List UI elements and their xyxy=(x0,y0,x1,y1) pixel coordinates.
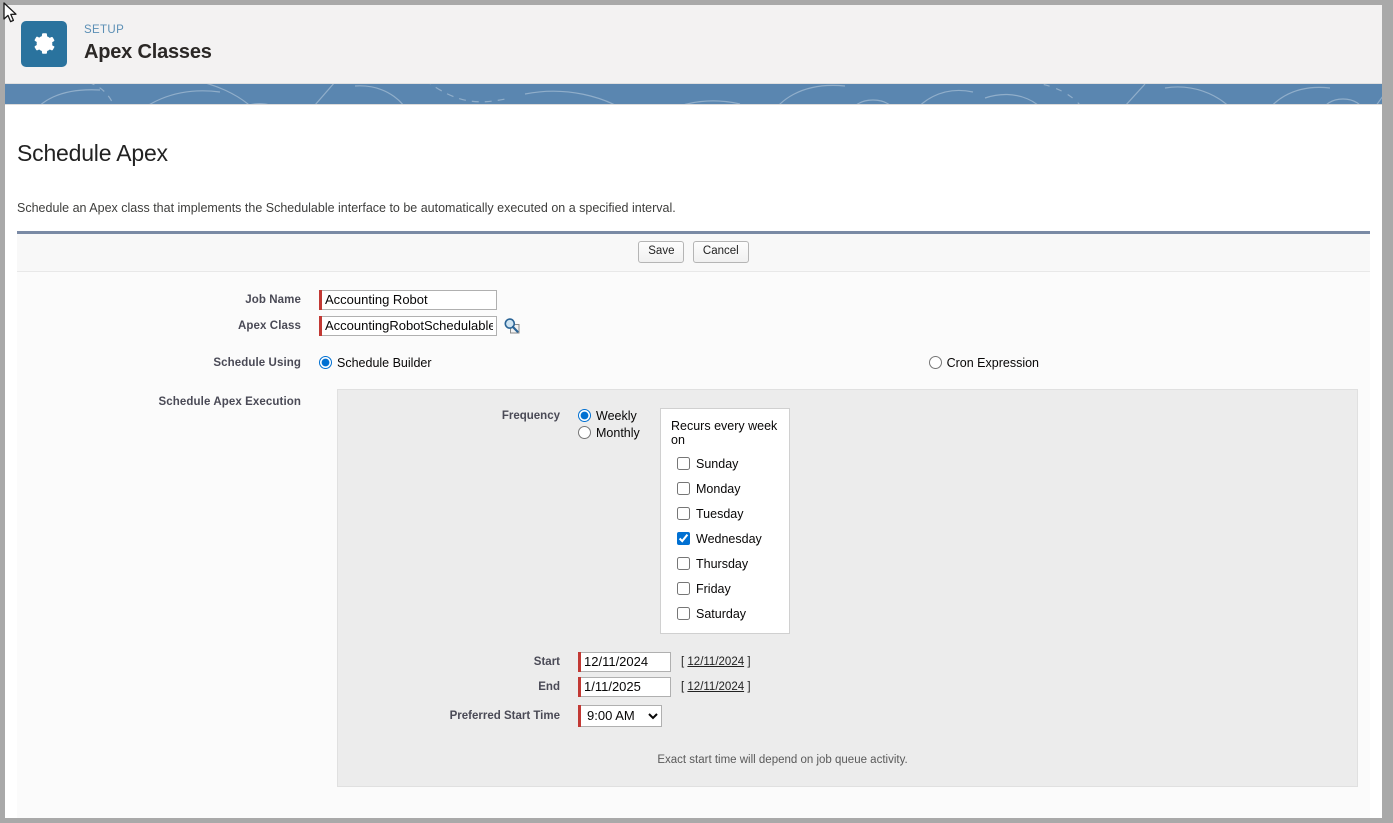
recurrence-title: Recurs every week on xyxy=(671,418,778,447)
decorative-banner xyxy=(5,84,1382,105)
schedule-using-radios: Schedule Builder Cron Expression xyxy=(319,356,1039,370)
panel-spacer xyxy=(17,786,1370,818)
field-row-apex-class: Apex Class xyxy=(17,315,1370,336)
radio-schedule-builder[interactable]: Schedule Builder xyxy=(319,356,432,370)
gear-icon xyxy=(21,21,67,67)
day-checkbox-wednesday-input[interactable] xyxy=(677,532,690,546)
start-label: Start xyxy=(533,655,560,668)
start-today-link[interactable]: 12/11/2024 xyxy=(687,656,744,668)
cancel-button-top[interactable]: Cancel xyxy=(692,240,749,263)
end-today-link-wrapper: [ 12/11/2024 ] xyxy=(681,681,751,693)
end-bracket-close: ] xyxy=(747,680,751,693)
start-today-link-wrapper: [ 12/11/2024 ] xyxy=(681,656,751,668)
execution-note: Exact start time will depend on job queu… xyxy=(657,753,908,766)
day-checkbox-saturday[interactable]: Saturday xyxy=(671,607,789,621)
radio-monthly[interactable]: Monthly xyxy=(578,426,660,440)
radio-schedule-builder-input[interactable] xyxy=(319,356,332,370)
radio-weekly-label[interactable]: Weekly xyxy=(596,409,637,423)
radio-monthly-input[interactable] xyxy=(578,426,591,440)
apex-class-control xyxy=(319,315,520,336)
day-checkbox-sunday[interactable]: Sunday xyxy=(671,457,789,471)
day-label-friday[interactable]: Friday xyxy=(696,582,731,596)
day-label-thursday[interactable]: Thursday xyxy=(696,557,748,571)
radio-weekly-input[interactable] xyxy=(578,409,591,423)
setup-title-group: SETUP Apex Classes xyxy=(84,24,212,63)
recurrence-days-box: Recurs every week on Sunday Monday Tuesd… xyxy=(660,407,790,634)
day-label-wednesday[interactable]: Wednesday xyxy=(696,532,762,546)
schedule-using-label: Schedule Using xyxy=(213,356,301,369)
day-checkbox-monday[interactable]: Monday xyxy=(671,482,789,496)
end-today-link[interactable]: 12/11/2024 xyxy=(687,681,744,693)
start-date-input[interactable] xyxy=(581,651,671,672)
radio-cron-expression-input[interactable] xyxy=(928,356,942,370)
frequency-radio-group: Weekly Monthly xyxy=(578,408,660,634)
day-label-saturday[interactable]: Saturday xyxy=(696,607,746,621)
end-date-row: End [ 12/11/2024 ] xyxy=(338,676,1357,697)
schedule-apex-form: Job Name Apex Class xyxy=(17,271,1370,818)
day-checkbox-sunday-input[interactable] xyxy=(677,457,690,471)
day-checkbox-tuesday[interactable]: Tuesday xyxy=(671,507,789,521)
field-row-job-name: Job Name xyxy=(17,289,1370,310)
page-title: Schedule Apex xyxy=(17,140,168,167)
job-name-input[interactable] xyxy=(322,289,497,310)
radio-weekly[interactable]: Weekly xyxy=(578,409,660,423)
search-lookup-icon[interactable] xyxy=(503,317,520,334)
radio-monthly-label[interactable]: Monthly xyxy=(596,426,640,440)
day-checkbox-tuesday-input[interactable] xyxy=(677,507,690,521)
apex-class-label: Apex Class xyxy=(237,319,301,332)
page-object-title: Apex Classes xyxy=(84,40,212,63)
start-bracket-close: ] xyxy=(747,655,751,668)
browser-window-frame: SETUP Apex Classes Schedule Apex Schedul… xyxy=(0,0,1393,823)
job-name-label: Job Name xyxy=(245,293,301,306)
day-checkbox-friday-input[interactable] xyxy=(677,582,690,596)
radio-schedule-builder-label[interactable]: Schedule Builder xyxy=(337,356,432,370)
end-date-input[interactable] xyxy=(581,676,671,697)
page-description: Schedule an Apex class that implements t… xyxy=(17,200,676,215)
preferred-start-time-row: Preferred Start Time 12:00 AM1:00 AM2:00… xyxy=(338,704,1357,727)
end-label: End xyxy=(538,680,560,693)
preferred-start-time-label: Preferred Start Time xyxy=(449,709,560,722)
day-checkbox-thursday[interactable]: Thursday xyxy=(671,557,789,571)
end-bracket-open: [ xyxy=(681,680,685,693)
frequency-row: Frequency Weekly Monthly Recurs every we… xyxy=(338,407,1357,634)
day-label-sunday[interactable]: Sunday xyxy=(696,457,738,471)
page-body: Schedule Apex Schedule an Apex class tha… xyxy=(5,120,1382,818)
day-checkbox-saturday-input[interactable] xyxy=(677,607,690,621)
day-checkbox-thursday-input[interactable] xyxy=(677,557,690,571)
radio-cron-expression[interactable]: Cron Expression xyxy=(928,356,1039,370)
day-label-monday[interactable]: Monday xyxy=(696,482,740,496)
start-bracket-open: [ xyxy=(681,655,685,668)
frequency-label: Frequency xyxy=(501,409,560,422)
top-button-bar: Save Cancel xyxy=(17,233,1370,272)
setup-header: SETUP Apex Classes xyxy=(5,5,1382,84)
day-checkbox-monday-input[interactable] xyxy=(677,482,690,496)
day-checkbox-friday[interactable]: Friday xyxy=(671,582,789,596)
apex-class-input[interactable] xyxy=(322,315,497,336)
page-viewport: SETUP Apex Classes Schedule Apex Schedul… xyxy=(5,5,1382,818)
schedule-execution-panel: Frequency Weekly Monthly Recurs every we… xyxy=(337,388,1358,787)
schedule-apex-execution-label: Schedule Apex Execution xyxy=(158,395,301,408)
day-label-tuesday[interactable]: Tuesday xyxy=(696,507,743,521)
save-button-top[interactable]: Save xyxy=(638,240,685,263)
job-name-control xyxy=(319,289,497,310)
setup-eyebrow: SETUP xyxy=(84,24,125,37)
field-row-schedule-using: Schedule Using Schedule Builder Cron Exp… xyxy=(17,356,1370,370)
radio-cron-expression-label[interactable]: Cron Expression xyxy=(947,356,1039,370)
preferred-start-time-select[interactable]: 12:00 AM1:00 AM2:00 AM3:00 AM4:00 AM5:00… xyxy=(581,704,662,727)
start-date-row: Start [ 12/11/2024 ] xyxy=(338,651,1357,672)
day-checkbox-wednesday[interactable]: Wednesday xyxy=(671,532,789,546)
